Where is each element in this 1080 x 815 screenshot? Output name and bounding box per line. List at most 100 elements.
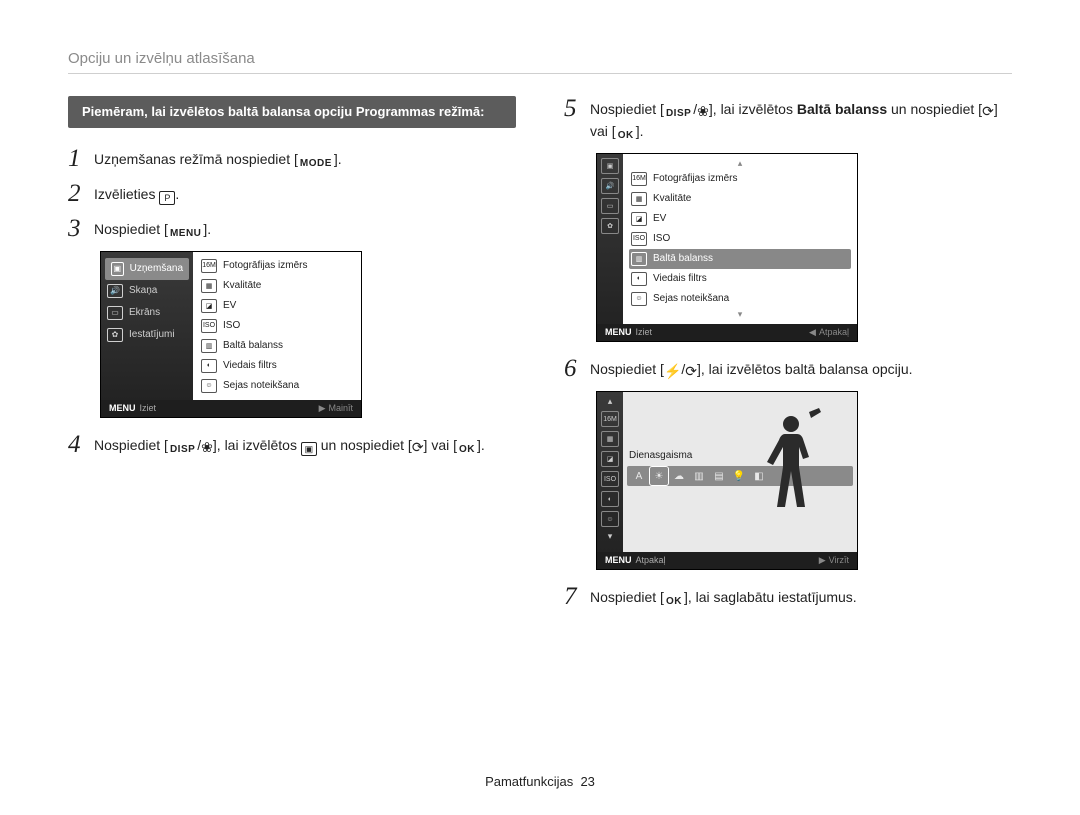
step-number: 3 (68, 216, 94, 241)
wb-cloudy-icon: ☁ (671, 469, 687, 483)
ok-button-label: OK (664, 595, 684, 609)
lcd1-right-item: ◐Viedais filtrs (199, 356, 355, 376)
step-number: 7 (564, 584, 590, 609)
step-text: ]. (334, 151, 342, 167)
step-text: Nospiediet [ (94, 437, 168, 453)
step-text: ]. (203, 221, 211, 237)
step-text: ]. (477, 437, 485, 453)
camera-p-icon: P (159, 191, 175, 205)
macro-icon: ❀ (201, 438, 213, 458)
flash-icon: ⚡ (664, 362, 681, 382)
step-text: . (175, 186, 179, 202)
step-bold: Baltā balanss (797, 101, 887, 117)
step-text: ]. (636, 123, 644, 139)
step-5: 5 Nospiediet [DISP/❀], lai izvēlētos Bal… (564, 96, 1012, 143)
sound-icon: 🔊 (107, 284, 123, 298)
lcd2-item: ISOISO (629, 229, 851, 249)
wb-auto-icon: A (631, 469, 647, 483)
timer-icon: ⟳ (685, 362, 697, 382)
step-number: 4 (68, 432, 94, 457)
step-text: ] vai [ (424, 437, 457, 453)
lcd1-left-item: ▭Ekrāns (101, 302, 193, 324)
ok-button-label: OK (457, 443, 477, 457)
lcd1-right-item: 16MFotogrāfijas izmērs (199, 256, 355, 276)
lcd2-item-selected: ▥Baltā balanss (629, 249, 851, 269)
step-text: un nospiediet [ (887, 101, 982, 117)
step-text: Nospiediet [ (590, 361, 664, 377)
lcd2-item: ▦Kvalitāte (629, 189, 851, 209)
lcd1-foot-left: MENUIziet (109, 403, 156, 414)
lcd1-right-item: ISOISO (199, 316, 355, 336)
lcd3-foot-right: ▶Virzīt (819, 555, 849, 566)
step-text: Izvēlieties (94, 186, 159, 202)
step-text: ], lai izvēlētos (213, 437, 301, 453)
step-text: ], lai izvēlētos baltā balansa opciju. (697, 361, 913, 377)
lcd3-icon-strip: ▴ 16M ▦ ◪ ISO ◐ ☺ ▾ (597, 392, 623, 552)
wb-fluorescent-h-icon: ▥ (691, 469, 707, 483)
step-text: ], lai saglabātu iestatījumus. (684, 589, 857, 605)
lcd1-right-item: ▥Baltā balanss (199, 336, 355, 356)
lcd1-right-item: ▦Kvalitāte (199, 276, 355, 296)
mode-button-label: MODE (298, 157, 334, 171)
lcd1-right-item: ☺Sejas noteikšana (199, 376, 355, 396)
step-number: 6 (564, 356, 590, 381)
macro-icon: ❀ (697, 102, 709, 122)
camera-icon: ▣ (601, 158, 619, 174)
disp-button-label: DISP (664, 107, 693, 121)
lcd1-left-item: ▣Uzņemšana (105, 258, 189, 280)
step-4: 4 Nospiediet [DISP/❀], lai izvēlētos ▣ u… (68, 432, 516, 458)
lcd2-item: ◐Viedais filtrs (629, 269, 851, 289)
step-text: Nospiediet [ (590, 589, 664, 605)
timer-icon: ⟳ (982, 102, 994, 122)
sound-icon: 🔊 (601, 178, 619, 194)
lcd1-right-list: 16MFotogrāfijas izmērs ▦Kvalitāte ◪EV IS… (193, 252, 361, 400)
lcd2-item: 16MFotogrāfijas izmērs (629, 169, 851, 189)
menu-button-label: MENU (168, 227, 203, 241)
right-column: 5 Nospiediet [DISP/❀], lai izvēlētos Bal… (564, 96, 1012, 619)
step-text: Uzņemšanas režīmā nospiediet [ (94, 151, 298, 167)
step-7: 7 Nospiediet [OK], lai saglabātu iestatī… (564, 584, 1012, 609)
lcd1-foot-right: ▶Mainīt (319, 403, 353, 414)
wb-tungsten-icon: 💡 (731, 469, 747, 483)
lcd3-selected-label: Dienasgaisma (629, 450, 692, 461)
timer-icon: ⟳ (412, 438, 424, 458)
display-icon: ▭ (601, 198, 619, 214)
step-text: un nospiediet [ (317, 437, 412, 453)
step-2: 2 Izvēlieties P. (68, 181, 516, 206)
lcd-screenshot-1: ▣Uzņemšana 🔊Skaņa ▭Ekrāns ✿Iestatījumi 1… (100, 251, 362, 418)
step-number: 2 (68, 181, 94, 206)
step-text: Nospiediet [ (590, 101, 664, 117)
lcd-screenshot-3: ▴ 16M ▦ ◪ ISO ◐ ☺ ▾ Dienasgaisma A ☀ (596, 391, 858, 570)
step-number: 1 (68, 146, 94, 171)
person-silhouette-icon (757, 406, 827, 526)
lcd2-item: ◪EV (629, 209, 851, 229)
lcd2-right-list: ▴ 16MFotogrāfijas izmērs ▦Kvalitāte ◪EV … (623, 154, 857, 324)
step-number: 5 (564, 96, 590, 121)
step-6: 6 Nospiediet [⚡/⟳], lai izvēlētos baltā … (564, 356, 1012, 382)
lcd1-left-list: ▣Uzņemšana 🔊Skaņa ▭Ekrāns ✿Iestatījumi (101, 252, 193, 400)
lcd1-right-item: ◪EV (199, 296, 355, 316)
gear-icon: ✿ (107, 328, 123, 342)
step-3: 3 Nospiediet [MENU]. (68, 216, 516, 241)
example-banner: Piemēram, lai izvēlētos baltā balansa op… (68, 96, 516, 128)
gear-icon: ✿ (601, 218, 619, 234)
lcd-screenshot-2: ▣ 🔊 ▭ ✿ ▴ 16MFotogrāfijas izmērs ▦Kvalit… (596, 153, 858, 342)
page-footer: Pamatfunkcijas 23 (0, 774, 1080, 789)
lcd1-left-item: ✿Iestatījumi (101, 324, 193, 346)
lcd1-left-item: 🔊Skaņa (101, 280, 193, 302)
step-text: ], lai izvēlētos (709, 101, 797, 117)
lcd2-item: ☺Sejas noteikšana (629, 289, 851, 309)
ok-button-label: OK (616, 129, 636, 143)
lcd2-icon-strip: ▣ 🔊 ▭ ✿ (597, 154, 623, 324)
camera-icon: ▣ (301, 442, 317, 456)
display-icon: ▭ (107, 306, 123, 320)
wb-daylight-icon: ☀ (651, 469, 667, 483)
lcd2-foot-right: ◀Atpakaļ (809, 327, 849, 338)
wb-fluorescent-l-icon: ▤ (711, 469, 727, 483)
page-title: Opciju un izvēlņu atlasīšana (68, 50, 1012, 74)
lcd3-foot-left: MENUAtpakaļ (605, 555, 666, 566)
camera-icon: ▣ (111, 262, 124, 276)
left-column: Piemēram, lai izvēlētos baltā balansa op… (68, 96, 516, 619)
step-1: 1 Uzņemšanas režīmā nospiediet [MODE]. (68, 146, 516, 171)
disp-button-label: DISP (168, 443, 197, 457)
